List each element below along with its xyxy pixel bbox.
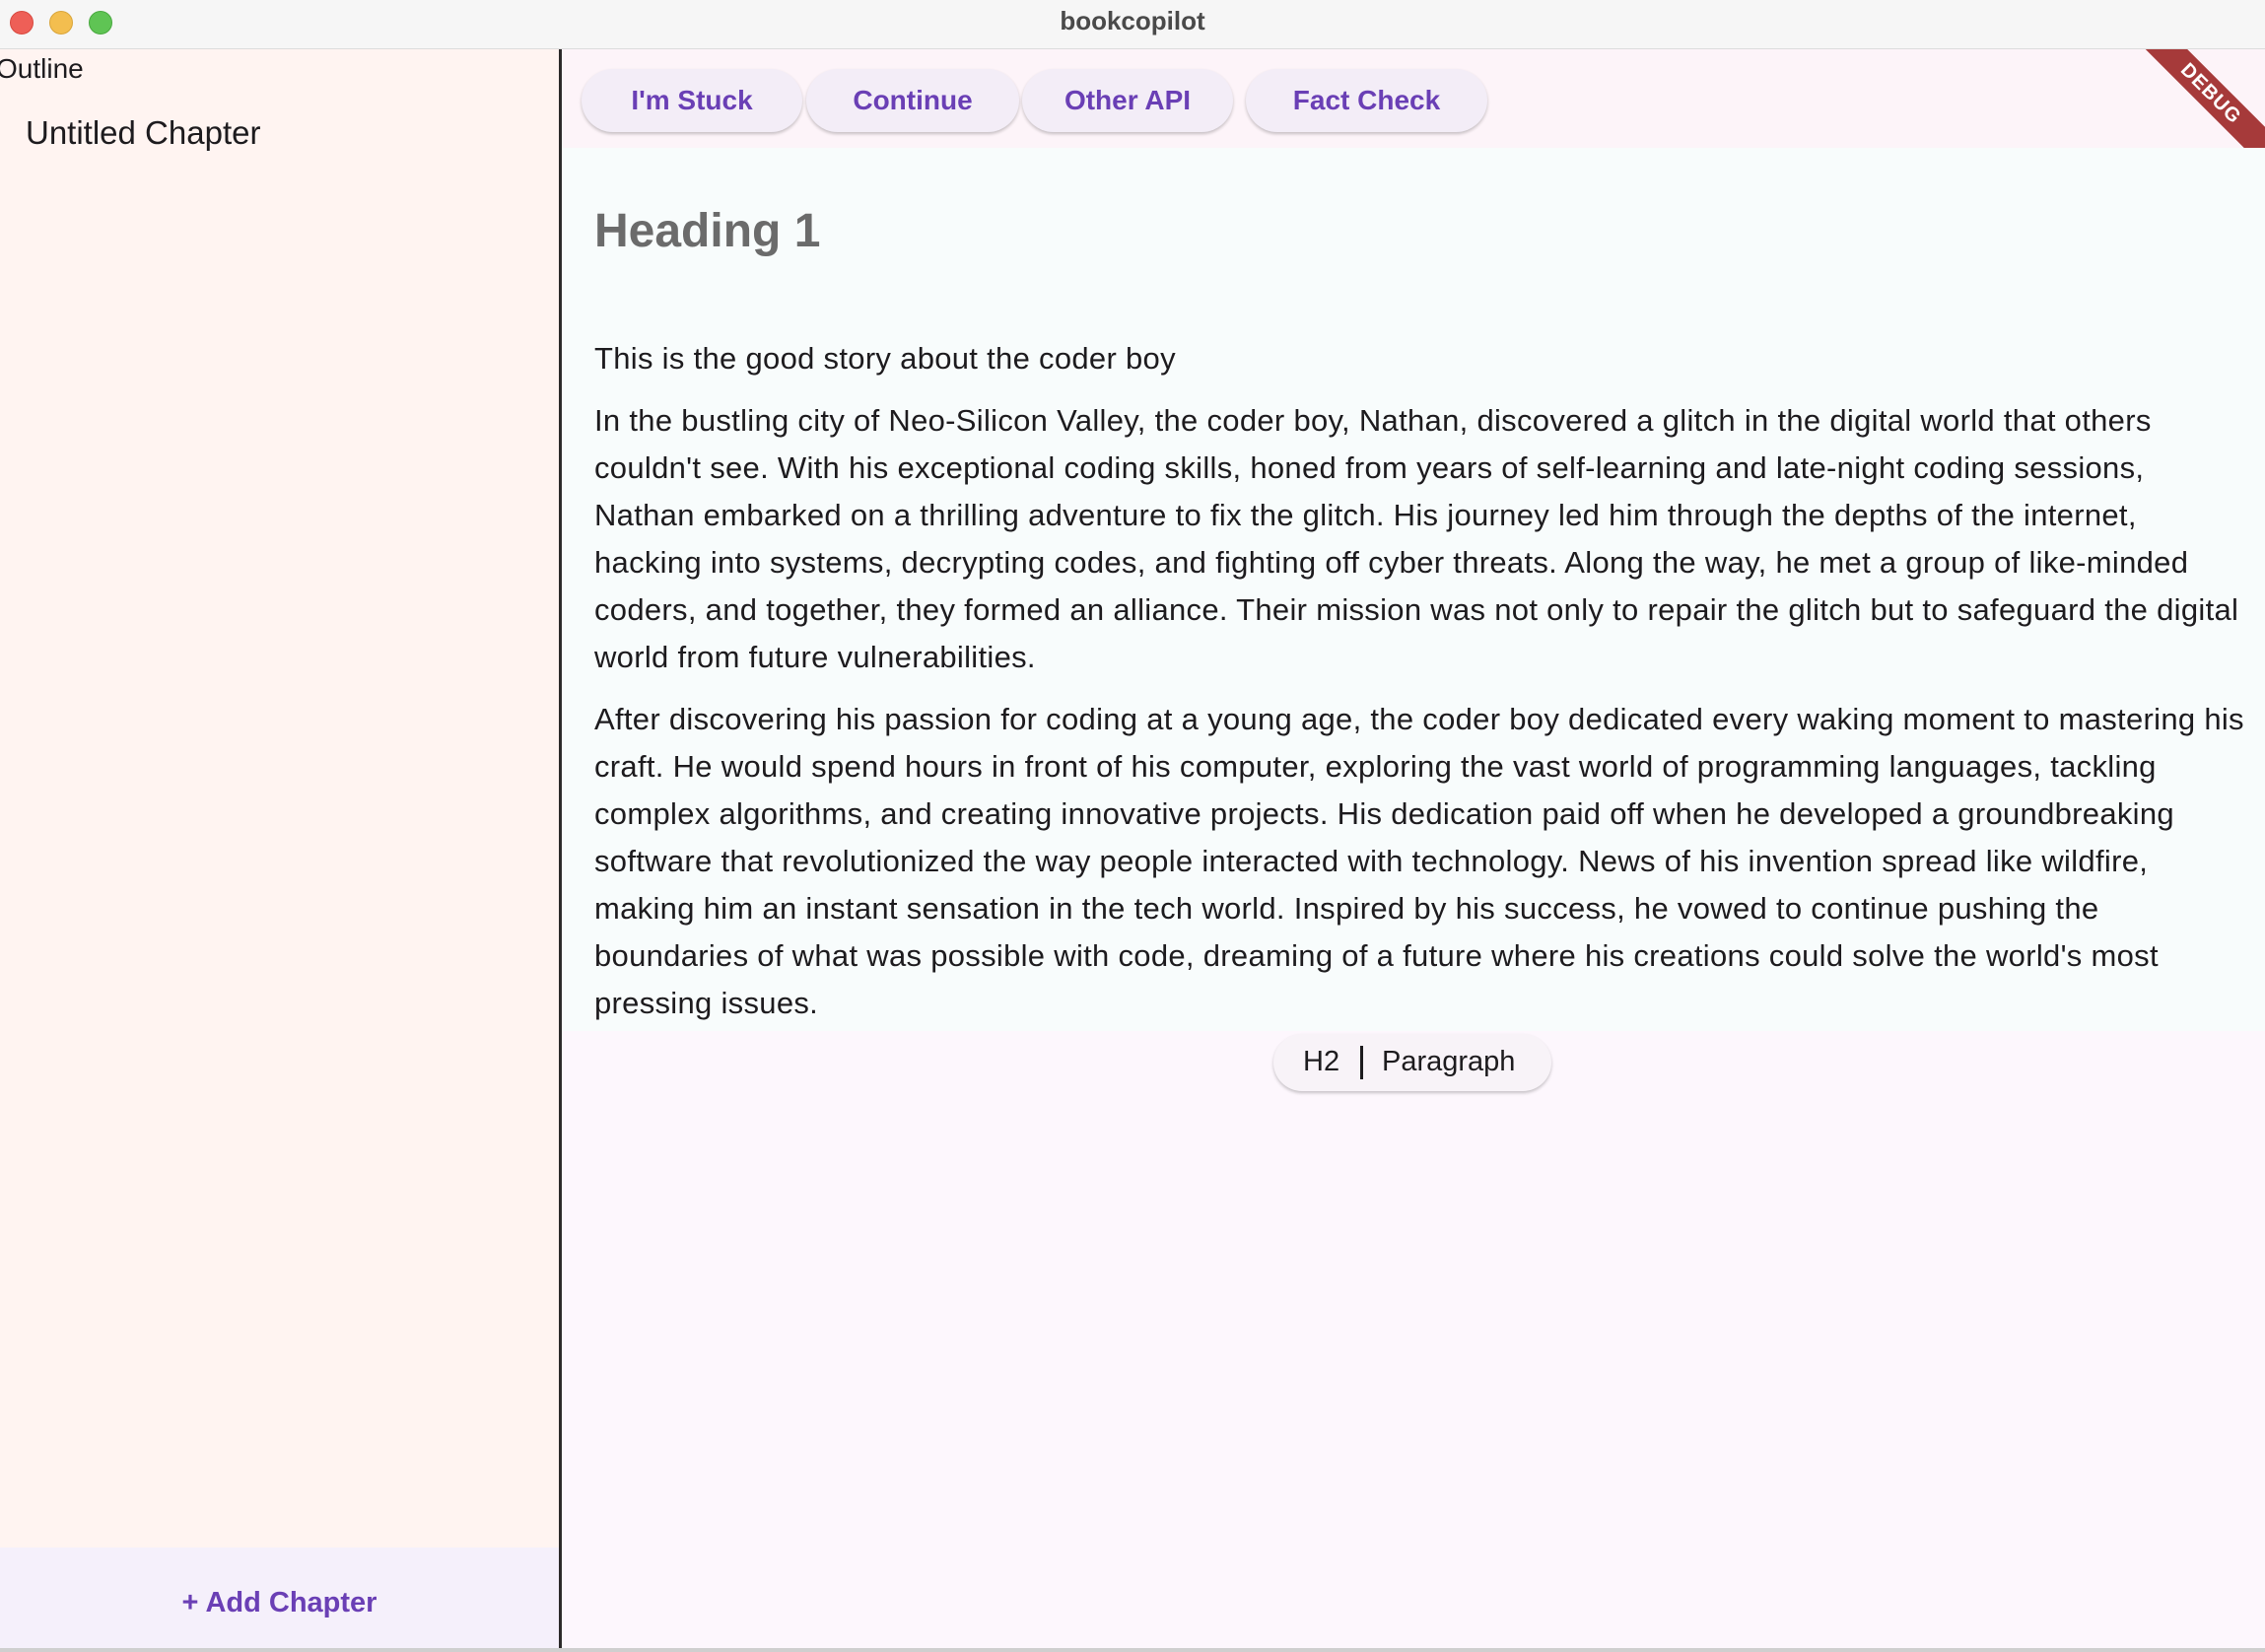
continue-button[interactable]: Continue <box>806 69 1019 132</box>
app-window: bookcopilot Outline Untitled Chapter + A… <box>0 0 2265 1652</box>
other-api-button[interactable]: Other API <box>1022 69 1233 132</box>
editor-heading[interactable]: Heading 1 <box>594 204 820 258</box>
editor-paragraph[interactable]: This is the good story about the coder b… <box>594 335 2250 382</box>
window-title: bookcopilot <box>1060 6 1205 35</box>
format-separator <box>1360 1046 1363 1079</box>
ai-toolbar: I'm Stuck Continue Other API Fact Check <box>562 49 2265 148</box>
text-editor[interactable]: Heading 1 This is the good story about t… <box>562 148 2265 1031</box>
format-h2-button[interactable]: H2 <box>1303 1046 1339 1078</box>
add-chapter-button[interactable]: + Add Chapter <box>0 1548 559 1652</box>
im-stuck-button[interactable]: I'm Stuck <box>582 69 802 132</box>
outline-sidebar: Outline Untitled Chapter + Add Chapter <box>0 49 559 1652</box>
format-paragraph-button[interactable]: Paragraph <box>1382 1046 1515 1078</box>
main-panel: I'm Stuck Continue Other API Fact Check … <box>562 49 2265 1652</box>
fact-check-button[interactable]: Fact Check <box>1246 69 1487 132</box>
outline-title: Outline <box>0 53 84 84</box>
editor-paragraph[interactable]: In the bustling city of Neo-Silicon Vall… <box>594 397 2250 681</box>
format-toolbar: H2 Paragraph <box>1273 1034 1551 1091</box>
editor-paragraph[interactable]: After discovering his passion for coding… <box>594 696 2250 1027</box>
title-bar: bookcopilot <box>0 0 2265 49</box>
window-bottom-edge <box>0 1648 2265 1652</box>
chapter-item[interactable]: Untitled Chapter <box>26 114 260 152</box>
